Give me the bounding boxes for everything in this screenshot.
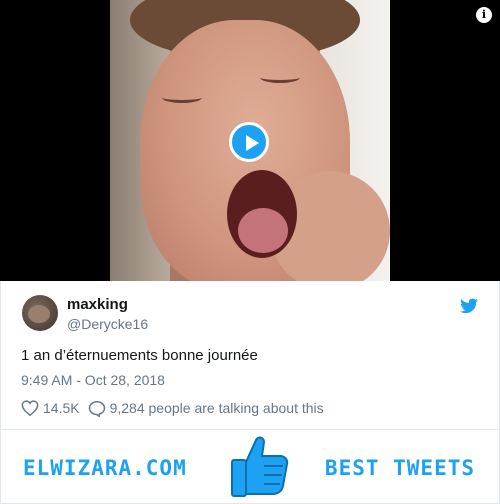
left-eye bbox=[162, 92, 202, 103]
speech-bubble-icon bbox=[88, 400, 105, 417]
branding-banner: ELWIZARA.COM BEST TWEETS bbox=[0, 430, 500, 504]
display-name[interactable]: maxking bbox=[67, 296, 128, 313]
tweet-actions: 14.5K 9,284 people are talking about thi… bbox=[21, 399, 324, 417]
avatar[interactable] bbox=[22, 295, 58, 331]
user-handle[interactable]: @Derycke16 bbox=[67, 316, 148, 332]
thumbs-up-icon bbox=[231, 436, 289, 497]
right-eye bbox=[260, 72, 300, 83]
banner-tagline: BEST TWEETS bbox=[324, 456, 475, 480]
like-button[interactable]: 14.5K bbox=[21, 400, 80, 416]
conversation-text: 9,284 people are talking about this bbox=[109, 400, 324, 416]
heart-icon bbox=[21, 400, 39, 416]
tweet-timestamp[interactable]: 9:49 AM - Oct 28, 2018 bbox=[21, 372, 165, 388]
play-icon bbox=[246, 135, 259, 151]
play-button[interactable] bbox=[229, 122, 269, 162]
site-name[interactable]: ELWIZARA.COM bbox=[23, 456, 187, 480]
info-button[interactable]: i bbox=[476, 7, 492, 23]
tweet-text: 1 an d’éternuements bonne journée bbox=[21, 347, 258, 364]
tweet-card: maxking @Derycke16 1 an d’éternuements b… bbox=[0, 281, 500, 430]
twitter-bird-icon[interactable] bbox=[460, 298, 478, 314]
conversation-link[interactable]: 9,284 people are talking about this bbox=[88, 400, 324, 417]
tweet-media[interactable]: i bbox=[0, 0, 500, 281]
like-count: 14.5K bbox=[43, 400, 80, 416]
info-icon: i bbox=[481, 8, 487, 21]
tongue bbox=[238, 208, 288, 253]
